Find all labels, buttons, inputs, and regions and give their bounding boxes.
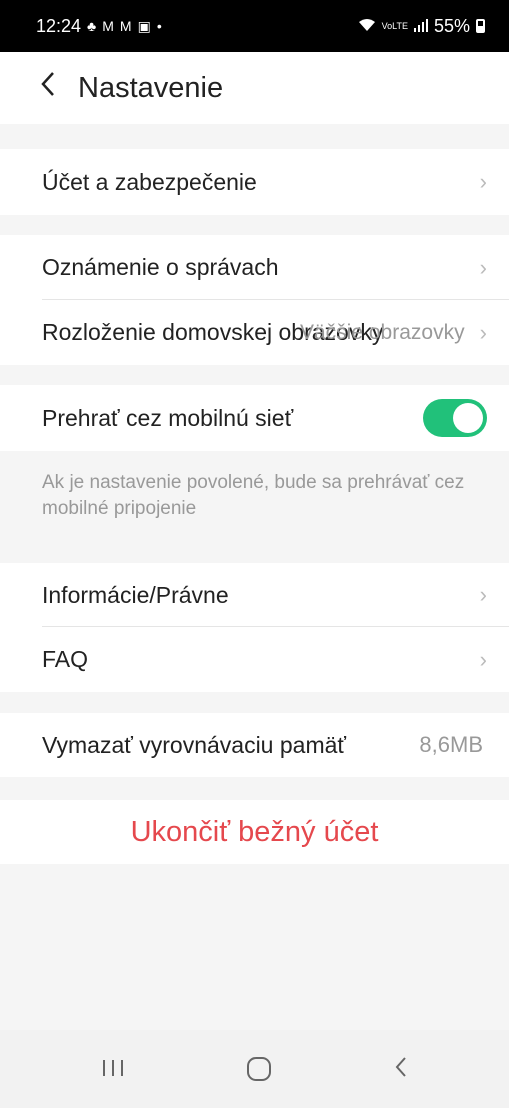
chevron-right-icon: › (479, 646, 487, 672)
chevron-right-icon: › (479, 319, 487, 345)
settings-row-mobile-play: Prehrať cez mobilnú sieť (0, 385, 509, 451)
app-icon: ▣ (137, 17, 151, 34)
back-arrow-icon[interactable] (40, 71, 68, 105)
gmail-icon-2: M (119, 18, 132, 34)
status-right: VoLTE 55% (358, 16, 485, 37)
status-left: 12:24 ♣ M M ▣ • (36, 16, 162, 37)
row-label-clear-cache: Vymazať vyrovnávaciu pamäť (42, 731, 347, 758)
status-bar: 12:24 ♣ M M ▣ • VoLTE 55% (0, 0, 509, 52)
home-layout-overlay: Väčšie obrazovky (300, 321, 465, 344)
recent-apps-icon[interactable] (102, 1054, 124, 1085)
back-nav-icon[interactable] (394, 1054, 408, 1085)
wifi-icon (358, 18, 376, 35)
page-title: Nastavenie (78, 71, 224, 104)
row-label-account: Účet a zabezpečenie (42, 168, 257, 195)
chevron-right-icon: › (479, 169, 487, 194)
row-label-mobile-play: Prehrať cez mobilnú sieť (42, 404, 294, 431)
row-label-home-layout: Rozloženie domovskej obrazovky Väčšie ob… (42, 319, 467, 346)
gmail-icon: M (102, 18, 114, 34)
status-time: 12:24 (36, 15, 82, 36)
mobile-play-toggle[interactable] (423, 399, 487, 437)
system-navigation-bar (0, 1030, 509, 1108)
logout-button[interactable]: Ukončiť bežný účet (0, 800, 509, 864)
settings-row-home-layout[interactable]: Rozloženie domovskej obrazovky Väčšie ob… (0, 300, 509, 365)
settings-row-faq[interactable]: FAQ › (0, 627, 509, 692)
mobile-play-hint: Ak je nastavenie povolené, bude sa prehr… (0, 462, 509, 540)
home-icon[interactable] (246, 1057, 271, 1081)
row-label-faq: FAQ (42, 646, 89, 672)
volte-label: VoLTE (381, 21, 408, 31)
battery-percent: 55% (433, 15, 470, 36)
row-label-info-legal: Informácie/Právne (42, 581, 229, 608)
signal-icon (413, 18, 428, 35)
settings-row-info-legal[interactable]: Informácie/Právne › (0, 563, 509, 627)
notification-icon-1: ♣ (87, 18, 97, 34)
settings-row-account[interactable]: Účet a zabezpečenie › (0, 149, 509, 215)
battery-icon (476, 19, 485, 33)
header: Nastavenie (0, 52, 509, 124)
row-label-notifications: Oznámenie o správach (42, 254, 279, 280)
chevron-right-icon: › (479, 582, 487, 607)
cache-size-value: 8,6MB (419, 732, 483, 757)
dot-icon: • (156, 18, 162, 34)
chevron-right-icon: › (479, 254, 487, 280)
settings-row-clear-cache[interactable]: Vymazať vyrovnávaciu pamäť 8,6MB (0, 713, 509, 777)
settings-row-notifications[interactable]: Oznámenie o správach › (0, 235, 509, 300)
toggle-knob (453, 403, 483, 433)
